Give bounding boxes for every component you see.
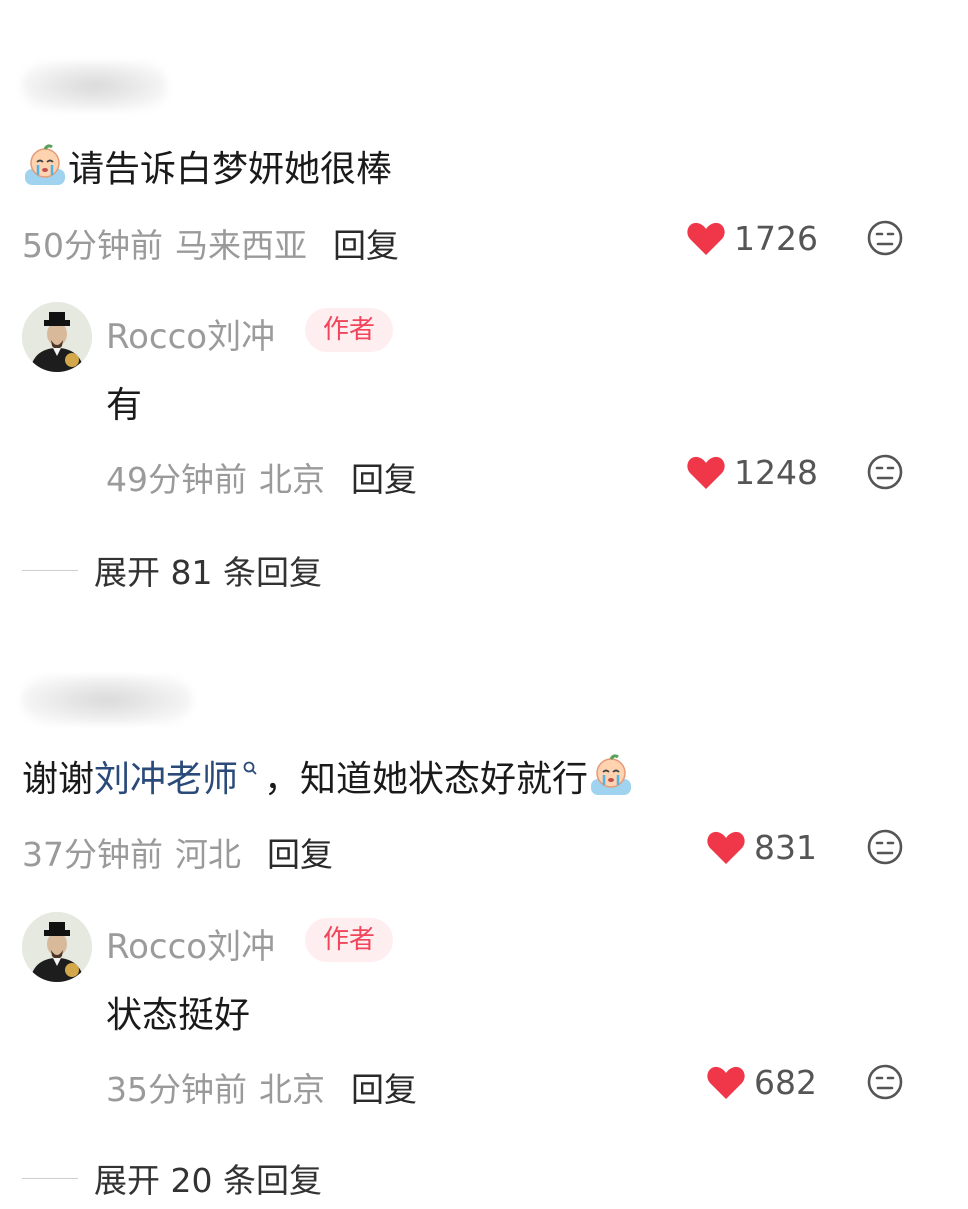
comment-location: 马来西亚 [175,226,307,265]
author-name[interactable]: Rocco刘冲 [106,309,275,358]
reply-meta: 35分钟前 北京 回复 [106,1063,417,1111]
reply-time: 49分钟前 [106,460,247,499]
reply-button[interactable]: 回复 [351,1063,417,1111]
dislike-face-icon[interactable] [866,453,904,491]
reply-text: 有 [106,385,143,426]
like-count: 1726 [734,219,818,258]
dislike-face-icon[interactable] [866,828,904,866]
reply-location: 北京 [259,460,325,499]
comment-text: 谢谢 刘冲老师 ，知道她状态好就行 [22,750,634,802]
search-icon[interactable] [242,760,260,778]
crying-emoji-icon [25,144,65,185]
like-button[interactable]: 1726 [686,219,818,258]
crying-emoji-icon [591,754,632,795]
reply-time: 35分钟前 [106,1070,247,1109]
author-badge: 作者 [305,308,393,352]
mention-link[interactable]: 刘冲老师 [94,750,238,802]
heart-icon [687,222,725,255]
like-count: 1248 [734,453,818,492]
author-avatar-image [22,912,92,982]
divider [22,569,78,571]
comment-meta: 37分钟前 河北 回复 [22,828,333,876]
comment-time: 50分钟前 [22,226,163,265]
reply-meta: 49分钟前 北京 回复 [106,453,417,501]
comment-meta: 50分钟前 马来西亚 回复 [22,219,399,267]
expand-label: 展开 81 条回复 [94,553,322,592]
author-avatar-image [22,302,92,372]
reply-button[interactable]: 回复 [333,219,399,267]
comment-text: 请告诉白梦妍她很棒 [22,140,392,192]
avatar[interactable] [22,912,92,982]
like-button[interactable]: 682 [706,1063,817,1102]
expand-label: 展开 20 条回复 [94,1161,322,1200]
comment-time: 37分钟前 [22,835,163,874]
divider [22,1177,78,1179]
avatar[interactable] [22,302,92,372]
dislike-face-icon[interactable] [866,1063,904,1101]
blurred-username [22,676,192,724]
expand-replies-button[interactable]: 展开 81 条回复 [22,546,322,594]
dislike-face-icon[interactable] [866,219,904,257]
heart-icon [707,1066,745,1099]
like-count: 682 [754,1063,817,1102]
blurred-username [22,62,167,110]
reply-button[interactable]: 回复 [351,453,417,501]
like-button[interactable]: 1248 [686,453,818,492]
like-count: 831 [754,828,817,867]
like-button[interactable]: 831 [706,828,817,867]
heart-icon [687,456,725,489]
expand-replies-button[interactable]: 展开 20 条回复 [22,1154,322,1202]
reply-location: 北京 [259,1070,325,1109]
reply-text: 状态挺好 [106,995,251,1036]
heart-icon [707,831,745,864]
author-badge: 作者 [305,918,393,962]
author-name[interactable]: Rocco刘冲 [106,919,275,968]
comment-location: 河北 [175,835,241,874]
reply-button[interactable]: 回复 [267,828,333,876]
